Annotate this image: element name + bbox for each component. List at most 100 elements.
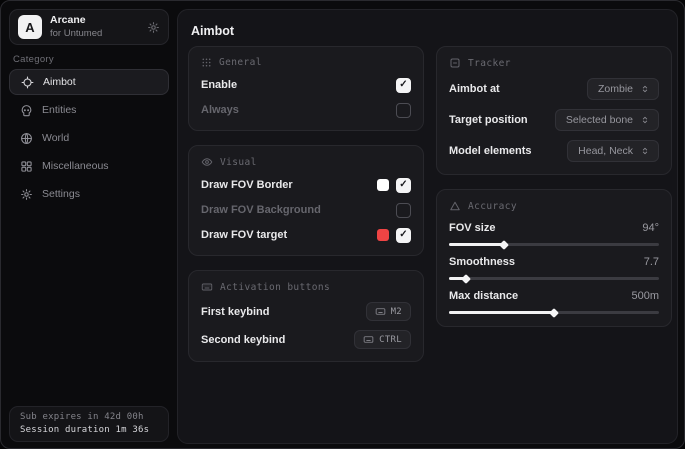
- activation-card-title: Activation buttons: [220, 282, 330, 293]
- draw-fov-target-row: Draw FOV target ✓: [201, 227, 411, 243]
- accuracy-card-header: Accuracy: [449, 200, 659, 212]
- check-icon: ✓: [399, 230, 407, 240]
- category-label: Category: [13, 54, 54, 65]
- enable-label: Enable: [201, 79, 237, 91]
- always-checkbox[interactable]: ✓: [396, 103, 411, 118]
- app-subtitle: for Untumed: [50, 29, 139, 39]
- max-distance-row: Max distance 500m: [449, 290, 659, 314]
- app-name: Arcane: [50, 15, 139, 27]
- dots-grid-icon: [201, 57, 212, 68]
- slider-thumb[interactable]: [461, 274, 471, 284]
- sidebar-item-label: Aimbot: [43, 76, 76, 88]
- keyboard-icon: [363, 334, 374, 345]
- fov-border-color-swatch[interactable]: [377, 179, 389, 191]
- general-card: General Enable ✓ Always ✓: [188, 46, 424, 131]
- draw-fov-background-label: Draw FOV Background: [201, 204, 321, 216]
- draw-fov-background-checkbox[interactable]: ✓: [396, 203, 411, 218]
- sidebar-item-label: World: [42, 132, 69, 144]
- enable-checkbox[interactable]: ✓: [396, 78, 411, 93]
- check-icon: ✓: [399, 80, 407, 90]
- first-keybind-row: First keybind M2: [201, 302, 411, 321]
- max-distance-label: Max distance: [449, 290, 518, 302]
- grid-icon: [20, 160, 33, 173]
- second-keybind-value: CTRL: [379, 335, 402, 345]
- draw-fov-border-row: Draw FOV Border ✓: [201, 177, 411, 193]
- right-column: Tracker Aimbot at Zombie Target posit: [436, 46, 672, 341]
- smoothness-label: Smoothness: [449, 256, 515, 268]
- accuracy-card: Accuracy FOV size 94° Smoothness: [436, 189, 672, 327]
- globe-icon: [20, 132, 33, 145]
- left-column: General Enable ✓ Always ✓: [188, 46, 424, 376]
- fov-size-slider[interactable]: [449, 243, 659, 246]
- fov-size-label: FOV size: [449, 222, 495, 234]
- visual-card-header: Visual: [201, 156, 411, 168]
- gear-icon: [20, 188, 33, 201]
- check-icon: ✓: [399, 180, 407, 190]
- sidebar-item-settings[interactable]: Settings: [9, 181, 169, 207]
- sidebar-item-label: Settings: [42, 188, 80, 200]
- model-elements-label: Model elements: [449, 145, 532, 157]
- app-titles: Arcane for Untumed: [50, 15, 139, 39]
- tracker-card: Tracker Aimbot at Zombie Target posit: [436, 46, 672, 175]
- eye-icon: [201, 156, 213, 168]
- gear-icon[interactable]: [147, 21, 160, 34]
- second-keybind-row: Second keybind CTRL: [201, 330, 411, 349]
- visual-card-title: Visual: [220, 157, 257, 168]
- first-keybind-button[interactable]: M2: [366, 302, 411, 321]
- keyboard-icon: [375, 306, 386, 317]
- draw-fov-background-row: Draw FOV Background ✓: [201, 202, 411, 218]
- enable-row: Enable ✓: [201, 77, 411, 93]
- accuracy-card-title: Accuracy: [468, 201, 517, 212]
- skull-icon: [20, 104, 33, 117]
- slider-thumb[interactable]: [499, 240, 509, 250]
- tracker-card-header: Tracker: [449, 57, 659, 69]
- target-position-value: Selected bone: [566, 114, 633, 126]
- draw-fov-border-checkbox[interactable]: ✓: [396, 178, 411, 193]
- first-keybind-value: M2: [391, 307, 402, 317]
- aimbot-at-select[interactable]: Zombie: [587, 78, 659, 100]
- fov-size-row: FOV size 94°: [449, 222, 659, 246]
- tracker-card-title: Tracker: [468, 58, 511, 69]
- slider-thumb[interactable]: [549, 308, 559, 318]
- first-keybind-label: First keybind: [201, 306, 269, 318]
- sidebar-item-label: Miscellaneous: [42, 160, 109, 172]
- sidebar-item-miscellaneous[interactable]: Miscellaneous: [9, 153, 169, 179]
- sidebar-item-entities[interactable]: Entities: [9, 97, 169, 123]
- target-position-select[interactable]: Selected bone: [555, 109, 659, 131]
- target-position-row: Target position Selected bone: [449, 109, 659, 131]
- smoothness-slider[interactable]: [449, 277, 659, 280]
- aimbot-at-value: Zombie: [598, 83, 633, 95]
- second-keybind-button[interactable]: CTRL: [354, 330, 411, 349]
- page-title: Aimbot: [191, 24, 234, 38]
- app-header-card: A Arcane for Untumed: [9, 9, 169, 45]
- always-label: Always: [201, 104, 239, 116]
- crosshair-icon: [21, 76, 34, 89]
- draw-fov-border-label: Draw FOV Border: [201, 179, 293, 191]
- always-row: Always ✓: [201, 102, 411, 118]
- activation-card-header: Activation buttons: [201, 281, 411, 293]
- max-distance-value: 500m: [631, 290, 659, 302]
- model-elements-select[interactable]: Head, Neck: [567, 140, 659, 162]
- general-card-title: General: [219, 57, 262, 68]
- sidebar-item-aimbot[interactable]: Aimbot: [9, 69, 169, 95]
- fov-size-value: 94°: [642, 222, 659, 234]
- activation-buttons-card: Activation buttons First keybind M2: [188, 270, 424, 362]
- sidebar-item-world[interactable]: World: [9, 125, 169, 151]
- chevron-up-down-icon: [640, 84, 650, 94]
- keyboard-icon: [201, 281, 213, 293]
- smoothness-row: Smoothness 7.7: [449, 256, 659, 280]
- general-card-header: General: [201, 57, 411, 68]
- sub-expiry-text: Sub expires in 42d 00h: [20, 412, 158, 422]
- max-distance-slider[interactable]: [449, 311, 659, 314]
- sidebar-nav: Aimbot Entities: [9, 69, 169, 209]
- model-elements-value: Head, Neck: [578, 145, 633, 157]
- aimbot-at-label: Aimbot at: [449, 83, 500, 95]
- aimbot-at-row: Aimbot at Zombie: [449, 78, 659, 100]
- scan-icon: [449, 57, 461, 69]
- app-logo: A: [18, 15, 42, 39]
- slider-fill: [449, 243, 504, 246]
- draw-fov-target-checkbox[interactable]: ✓: [396, 228, 411, 243]
- fov-target-color-swatch[interactable]: [377, 229, 389, 241]
- target-position-label: Target position: [449, 114, 528, 126]
- triangle-icon: [449, 200, 461, 212]
